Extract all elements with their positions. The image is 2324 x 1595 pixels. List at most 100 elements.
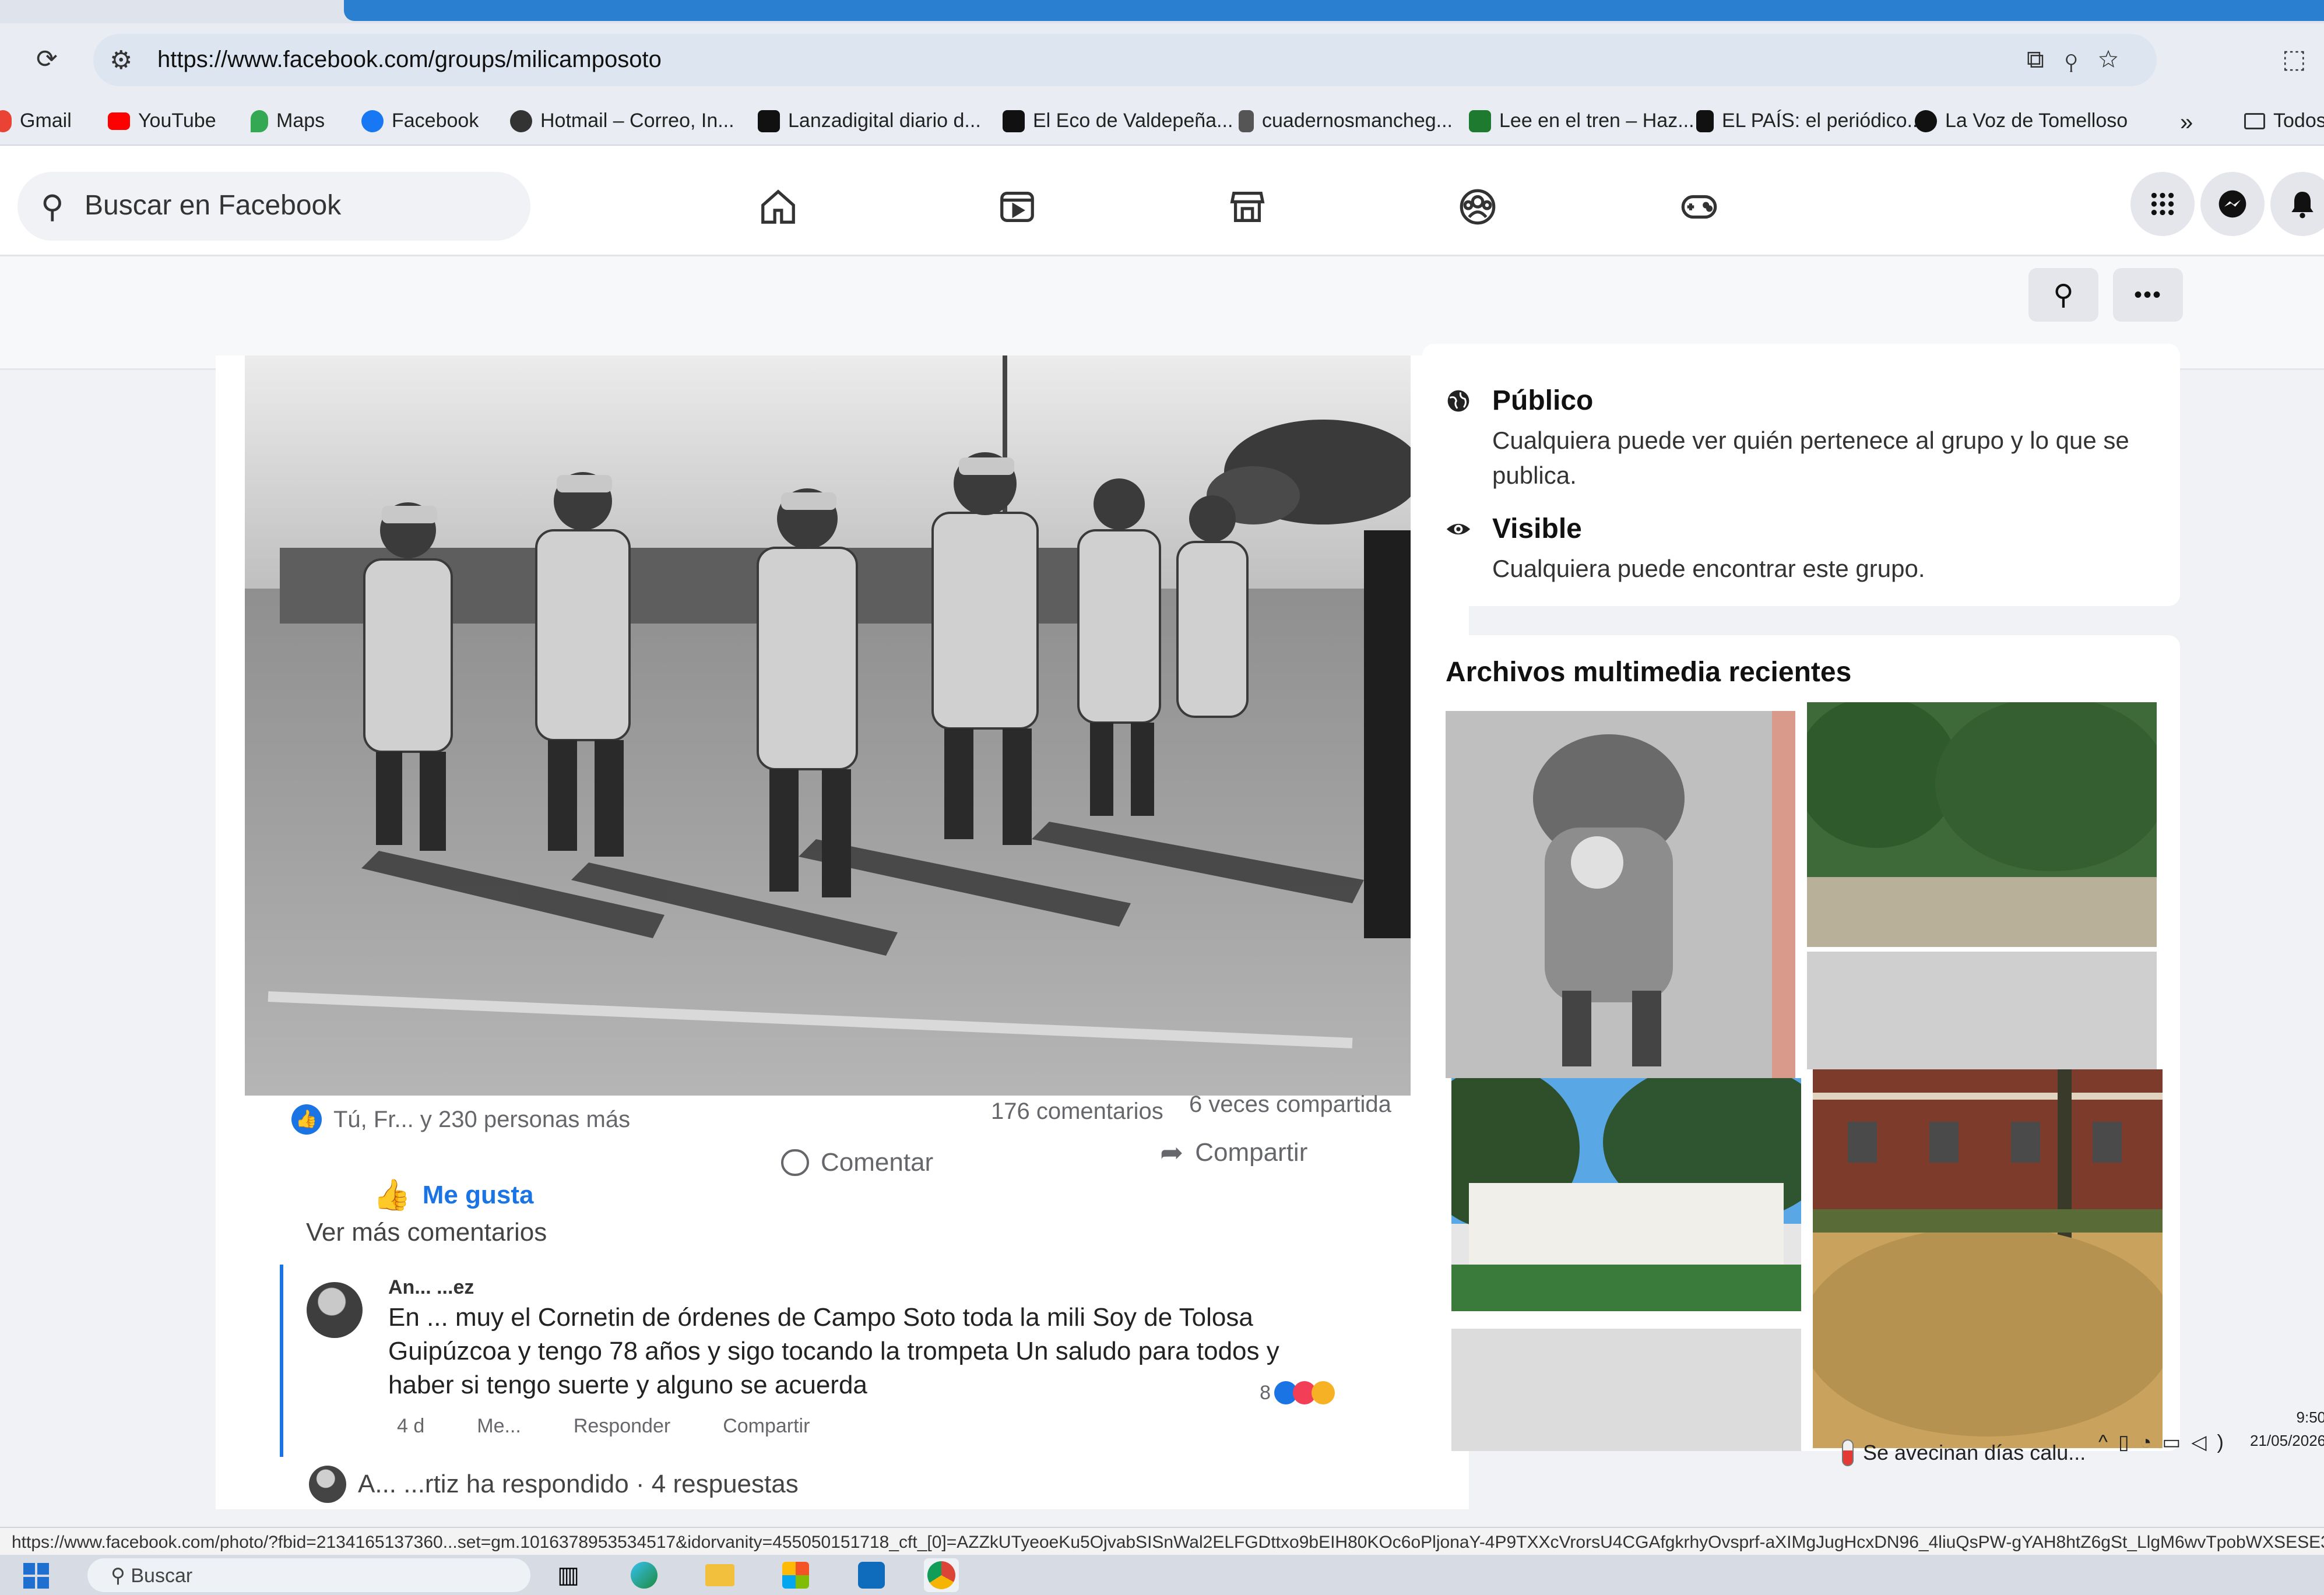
comment-count[interactable]: 176 comentarios xyxy=(991,1098,1163,1125)
nav-groups-icon[interactable] xyxy=(1451,181,1504,233)
group-search-button[interactable]: ⚲ xyxy=(2028,268,2098,322)
weather-text: Se avecinan días calu... xyxy=(1863,1441,2086,1464)
comment-reply-link[interactable]: Responder xyxy=(574,1415,670,1437)
comment-like-link[interactable]: Me... xyxy=(477,1415,521,1437)
thumbs-up-icon: 👍 xyxy=(373,1178,411,1212)
task-view-icon[interactable]: ▥ xyxy=(551,1558,586,1592)
bookmark-label: Maps xyxy=(276,110,325,132)
like-label: Me gusta xyxy=(422,1180,534,1209)
nav-home-icon[interactable] xyxy=(752,181,804,233)
store-icon[interactable] xyxy=(778,1558,813,1592)
comment-share-link[interactable]: Compartir xyxy=(723,1415,810,1437)
bookmark-label: El Eco de Valdepeña... xyxy=(1033,110,1233,132)
group-post: 👍 Tú, Fr... y 230 personas más 176 comen… xyxy=(216,355,1469,1509)
display-icon[interactable]: ▭ xyxy=(2162,1431,2191,1453)
media-thumb-1[interactable] xyxy=(1446,711,1795,1078)
bookmark-lee-en-el-tren[interactable]: Lee en el tren – Haz... xyxy=(1469,110,1694,132)
comment-button[interactable]: Comentar xyxy=(781,1148,933,1177)
comment-bubble-icon xyxy=(781,1149,809,1176)
bookmarks-bar: Gmail YouTube Maps Facebook Hotmail – Co… xyxy=(0,99,2324,146)
nav-marketplace-icon[interactable] xyxy=(1221,181,1274,233)
media-thumb-3[interactable] xyxy=(1451,1078,1801,1451)
volume-icon[interactable]: ◁) xyxy=(2191,1431,2234,1453)
replies-link[interactable]: A... ...rtiz ha respondido · 4 respuesta… xyxy=(309,1466,799,1503)
bookmark-el-pais[interactable]: EL PAÍS: el periódico... xyxy=(1696,110,1924,132)
media-thumb-4[interactable] xyxy=(1813,1069,2163,1448)
weather-widget[interactable]: Se avecinan días calu... xyxy=(1842,1439,2086,1466)
bookmark-youtube[interactable]: YouTube xyxy=(108,110,216,132)
soldier-march-image xyxy=(1446,711,1795,1078)
group-about-card: Público Cualquiera puede ver quién perte… xyxy=(1422,344,2180,606)
zoom-icon[interactable]: ⚲ xyxy=(2065,45,2098,73)
bookmark-maps[interactable]: Maps xyxy=(251,110,325,132)
comment-label: Comentar xyxy=(821,1148,934,1177)
wifi-icon[interactable]: ◔ xyxy=(2140,1431,2163,1453)
taskbar-search[interactable]: ⚲ Buscar xyxy=(87,1558,530,1592)
comment-reactions[interactable]: 8 xyxy=(1260,1381,1335,1404)
maps-pin-icon xyxy=(251,110,268,132)
file-explorer-icon[interactable] xyxy=(702,1558,737,1592)
comment-time[interactable]: 4 d xyxy=(397,1415,424,1437)
share-label: Compartir xyxy=(1195,1138,1308,1167)
more-comments-link[interactable]: Ver más comentarios xyxy=(306,1218,547,1247)
about-visible-title: Visible xyxy=(1492,513,1582,544)
bookmark-gmail[interactable]: Gmail xyxy=(0,110,72,132)
bookmark-hotmail[interactable]: Hotmail – Correo, In... xyxy=(510,110,734,132)
tab-strip xyxy=(0,0,2324,23)
book-icon xyxy=(1469,110,1491,132)
facebook-search[interactable]: ⚲ xyxy=(17,172,530,241)
avatar[interactable] xyxy=(307,1282,363,1338)
share-count[interactable]: 6 veces compartida xyxy=(1189,1091,1391,1118)
bookmark-cuadernos[interactable]: cuadernosmancheg... xyxy=(1239,110,1453,132)
menu-grid-icon[interactable] xyxy=(2130,172,2195,236)
tray-chevron-icon[interactable]: ^ xyxy=(2098,1431,2118,1453)
reload-icon[interactable]: ⟳ xyxy=(36,47,58,72)
trees-road-image xyxy=(1807,702,2157,1069)
recent-media-title: Archivos multimedia recientes xyxy=(1446,657,1852,688)
clock-time: 9:50 xyxy=(2296,1409,2324,1426)
start-icon[interactable] xyxy=(23,1563,49,1589)
messenger-icon[interactable] xyxy=(2200,172,2265,236)
comment-text: En ... muy el Cornetin de órdenes de Cam… xyxy=(388,1303,1279,1399)
bookmark-label: YouTube xyxy=(138,110,216,132)
post-photo[interactable] xyxy=(245,355,1411,1096)
url-text[interactable]: https://www.facebook.com/groups/milicamp… xyxy=(157,47,662,73)
comment: An... ...ez En ... muy el Cornetin de ór… xyxy=(280,1265,1422,1457)
bookmark-label: Lanzadigital diario d... xyxy=(788,110,981,132)
bookmark-eco-valdepenas[interactable]: El Eco de Valdepeña... xyxy=(1003,110,1233,132)
facebook-search-input[interactable] xyxy=(85,185,504,226)
bookmarks-overflow-button[interactable]: » xyxy=(2180,110,2193,136)
facebook-header: ⚲ xyxy=(0,146,2324,256)
soldiers-photo-image xyxy=(245,355,1411,1096)
chrome-icon[interactable] xyxy=(924,1558,959,1592)
like-button[interactable]: 👍 Me gusta xyxy=(373,1177,533,1213)
notifications-bell-icon[interactable] xyxy=(2270,172,2324,236)
nav-gaming-icon[interactable] xyxy=(1673,181,1725,233)
all-bookmarks-button[interactable]: Todos xyxy=(2244,110,2324,132)
comment-author[interactable]: An... ...ez xyxy=(388,1276,474,1299)
bookmark-facebook[interactable]: Facebook xyxy=(361,110,479,132)
all-bookmarks-label: Todos xyxy=(2273,110,2324,132)
bookmark-lanzadigital[interactable]: Lanzadigital diario d... xyxy=(758,110,981,132)
like-reaction-icon: 👍 xyxy=(291,1104,322,1135)
address-bar[interactable]: ⚙ https://www.facebook.com/groups/milica… xyxy=(93,34,2157,86)
tray-device-icon[interactable]: ▯ xyxy=(2118,1431,2140,1453)
about-public-desc: Cualquiera puede ver quién pertenece al … xyxy=(1492,427,2129,489)
bookmark-label: Facebook xyxy=(392,110,479,132)
screen: ⟳ ⚙ https://www.facebook.com/groups/mili… xyxy=(0,0,2324,1595)
reactions-summary[interactable]: Tú, Fr... y 230 personas más xyxy=(333,1107,630,1133)
site-info-icon[interactable]: ⚙ xyxy=(110,45,132,75)
outlook-icon[interactable] xyxy=(854,1558,889,1592)
install-app-icon[interactable]: ⧉ xyxy=(2027,45,2065,73)
edge-icon[interactable] xyxy=(627,1558,662,1592)
taskbar-clock[interactable]: 9:50 21/05/2026 xyxy=(2250,1406,2324,1452)
share-button[interactable]: ➦ Compartir xyxy=(1160,1136,1307,1169)
nav-video-icon[interactable] xyxy=(991,181,1043,233)
media-thumb-2[interactable] xyxy=(1807,702,2157,1069)
star-icon[interactable]: ☆ xyxy=(2098,45,2139,73)
bookmark-voz-tomelloso[interactable]: La Voz de Tomelloso xyxy=(1915,110,2128,132)
extensions-icon[interactable]: ⬚ xyxy=(2282,47,2307,72)
more-dots-icon: ••• xyxy=(2133,281,2162,308)
group-more-button[interactable]: ••• xyxy=(2113,268,2183,322)
active-tab[interactable] xyxy=(344,0,2324,21)
